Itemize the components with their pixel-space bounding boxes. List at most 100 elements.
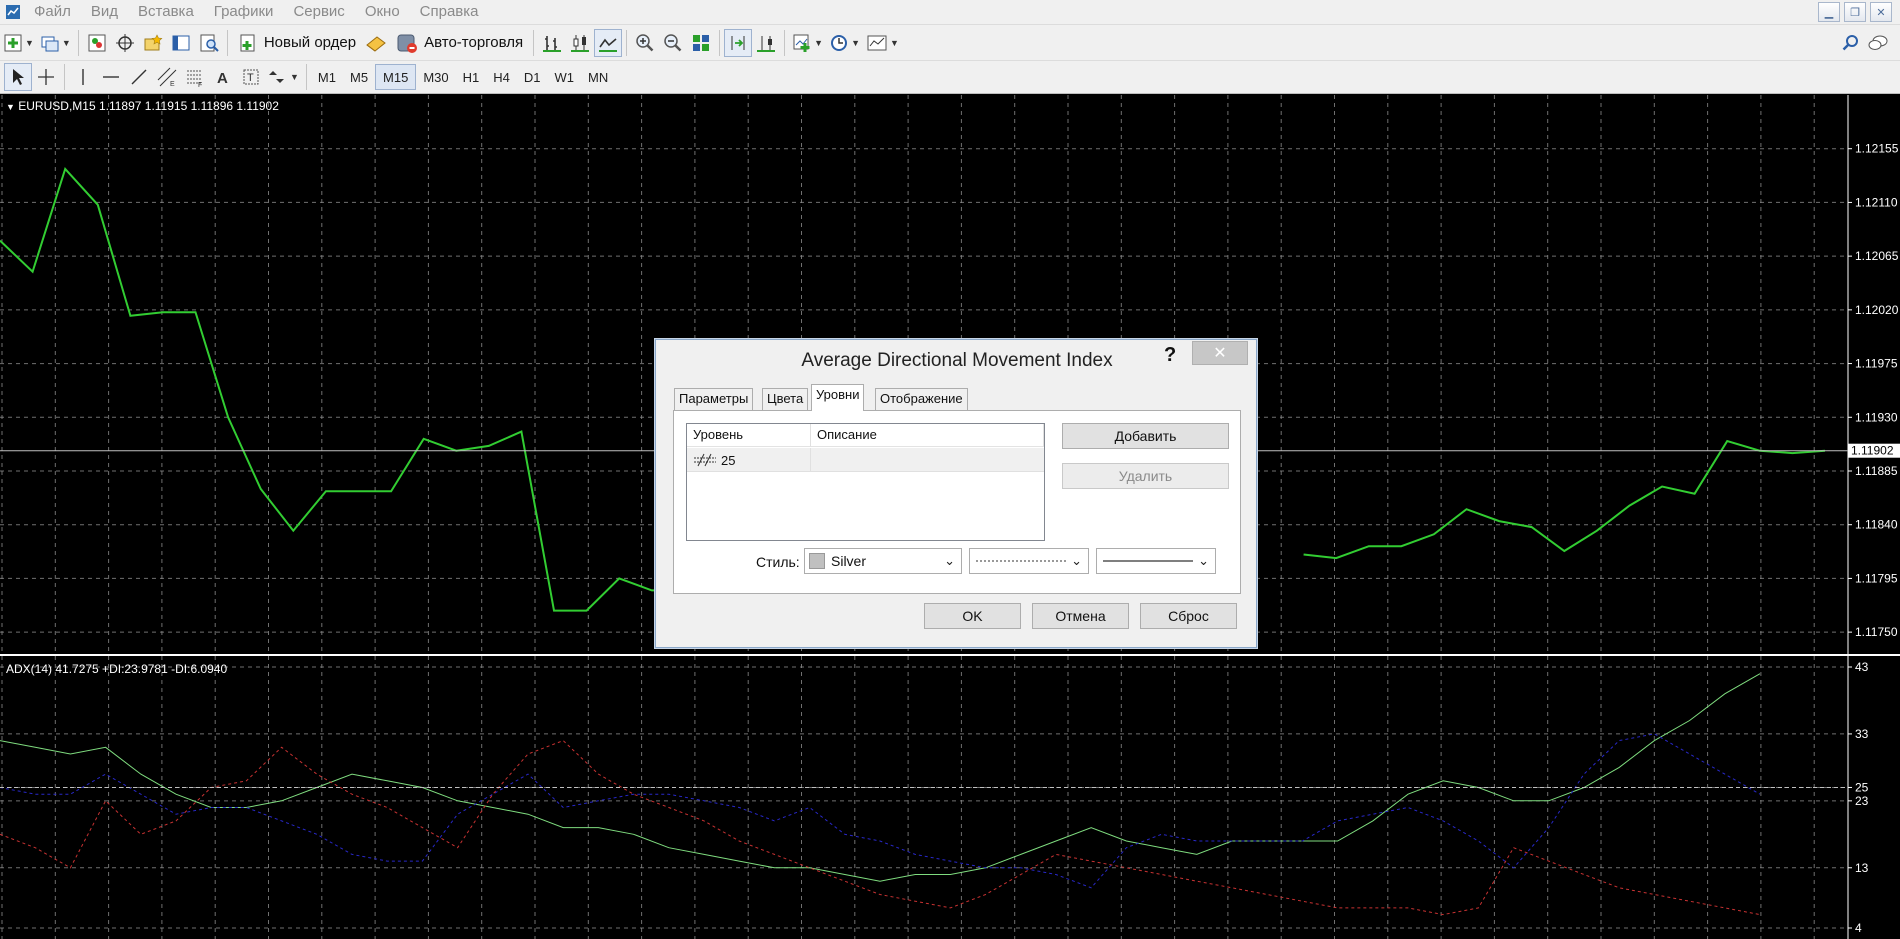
solid-line-width-icon [1103,560,1193,562]
terminal-button[interactable] [167,29,195,57]
timeframe-m5[interactable]: M5 [343,64,375,90]
profiles-button[interactable]: ▼ [37,29,74,57]
level-cell[interactable]: 25 [687,448,811,472]
line-style-select[interactable]: ⌄ [969,548,1089,574]
magnifier-document-icon [200,34,219,52]
strategy-tester-button[interactable] [195,29,223,57]
chart-background [0,656,1900,939]
zoom-out-button[interactable] [659,29,687,57]
timeframe-h4[interactable]: H4 [486,64,517,90]
trendline-button[interactable] [125,63,153,91]
timeframe-d1[interactable]: D1 [517,64,548,90]
vertical-line-button[interactable] [69,63,97,91]
add-level-button[interactable]: Добавить [1062,423,1229,449]
color-select[interactable]: Silver ⌄ [804,548,962,574]
chart-shift-button[interactable] [752,29,780,57]
autoscroll-button[interactable] [724,28,753,57]
crosshair-tool-button[interactable] [32,63,60,91]
editor-book-icon [366,35,386,52]
reset-button[interactable]: Сброс [1140,603,1237,629]
text-label-button[interactable]: T [237,63,265,91]
toolbar-separator [784,29,786,56]
tab-parameters[interactable]: Параметры [674,388,754,410]
help-button[interactable]: ? [1164,344,1176,367]
tile-windows-button[interactable] [687,29,715,57]
horizontal-line-button[interactable] [97,63,125,91]
fibonacci-button[interactable]: F [181,63,209,91]
tab-levels[interactable]: Уровни [811,384,865,411]
collapse-triangle-icon[interactable]: ▼ [6,102,15,112]
scale-label: 13 [1855,861,1869,875]
trendline-icon [131,69,147,85]
new-order-button[interactable]: Новый ордер [232,29,362,57]
menu-tools[interactable]: Сервис [283,0,354,24]
equidistant-channel-button[interactable]: E [153,63,181,91]
chat-button[interactable] [1864,29,1892,57]
description-cell[interactable] [811,448,1044,472]
app-logo-icon[interactable] [2,1,24,23]
chevron-down-icon: ⌄ [1198,553,1209,568]
scale-label: 1.12155 [1855,142,1899,156]
market-watch-icon [88,34,106,51]
timeframe-h1[interactable]: H1 [456,64,487,90]
menu-window[interactable]: Окно [355,0,410,24]
ok-button[interactable]: OK [924,603,1021,629]
navigator-button[interactable] [139,29,167,57]
timeframe-m1[interactable]: M1 [311,64,343,90]
plus-icon [4,34,22,51]
table-row[interactable]: 25 [687,448,1044,472]
chevron-down-icon: ⌄ [944,553,955,568]
market-watch-button[interactable] [83,29,111,57]
text-tool-button[interactable]: A [209,63,237,91]
timeframe-w1[interactable]: W1 [548,64,582,90]
close-window-button[interactable]: ✕ [1870,2,1892,22]
chevron-down-icon: ▼ [890,37,899,48]
cursor-tool-button[interactable] [4,63,32,91]
new-chart-button[interactable]: ▼ [0,29,37,57]
column-header-description[interactable]: Описание [811,424,1044,447]
menu-view[interactable]: Вид [81,0,128,24]
cancel-button[interactable]: Отмена [1032,603,1129,629]
new-order-label: Новый ордер [263,34,357,51]
dialog-close-button[interactable]: ✕ [1192,341,1248,365]
menu-insert[interactable]: Вставка [128,0,204,24]
menu-help[interactable]: Справка [410,0,489,24]
delete-level-button[interactable]: Удалить [1062,463,1229,489]
periods-button[interactable]: ▼ [826,29,863,57]
level-line-icon [694,453,716,467]
levels-table[interactable]: Уровень Описание 25 [686,423,1045,541]
menu-charts[interactable]: Графики [204,0,284,24]
toolbar-separator [226,29,228,56]
menu-file[interactable]: Файл [24,0,81,24]
line-width-select[interactable]: ⌄ [1096,548,1216,574]
chevron-down-icon: ⌄ [1071,553,1082,568]
toolbar-separator [626,29,628,56]
bar-chart-button[interactable] [538,29,566,57]
autotrading-button[interactable]: Авто-торговля [390,29,529,57]
chevron-down-icon: ▼ [25,37,34,48]
column-header-level[interactable]: Уровень [687,424,811,447]
style-label: Стиль: [756,554,800,570]
new-order-icon [240,34,255,51]
minimize-button[interactable]: ▁ [1818,2,1840,22]
autotrading-label: Авто-торговля [424,34,524,51]
timeframe-mn[interactable]: MN [581,64,615,90]
scale-label: 1.12020 [1855,303,1899,317]
metaeditor-button[interactable] [362,29,390,57]
timeframe-m15[interactable]: M15 [375,64,417,90]
color-select-value: Silver [831,553,867,569]
indicators-button[interactable]: ▼ [789,29,826,57]
candlestick-button[interactable] [566,29,594,57]
data-window-button[interactable] [111,29,139,57]
scale-label: 4 [1855,921,1862,935]
restore-button[interactable]: ❐ [1844,2,1866,22]
zoom-in-button[interactable] [631,29,659,57]
search-button[interactable] [1836,29,1864,57]
line-chart-button[interactable] [594,28,623,57]
timeframe-m30[interactable]: M30 [416,64,455,90]
templates-button[interactable]: ▼ [863,29,902,57]
arrows-button[interactable]: ▼ [265,63,302,91]
adx-indicator-chart[interactable]: 43 33 25 23 13 4 ADX(14) 41.7275 +DI:23.9781 … [0,656,1900,939]
tab-colors[interactable]: Цвета [762,388,809,410]
tab-display[interactable]: Отображение [875,388,968,410]
